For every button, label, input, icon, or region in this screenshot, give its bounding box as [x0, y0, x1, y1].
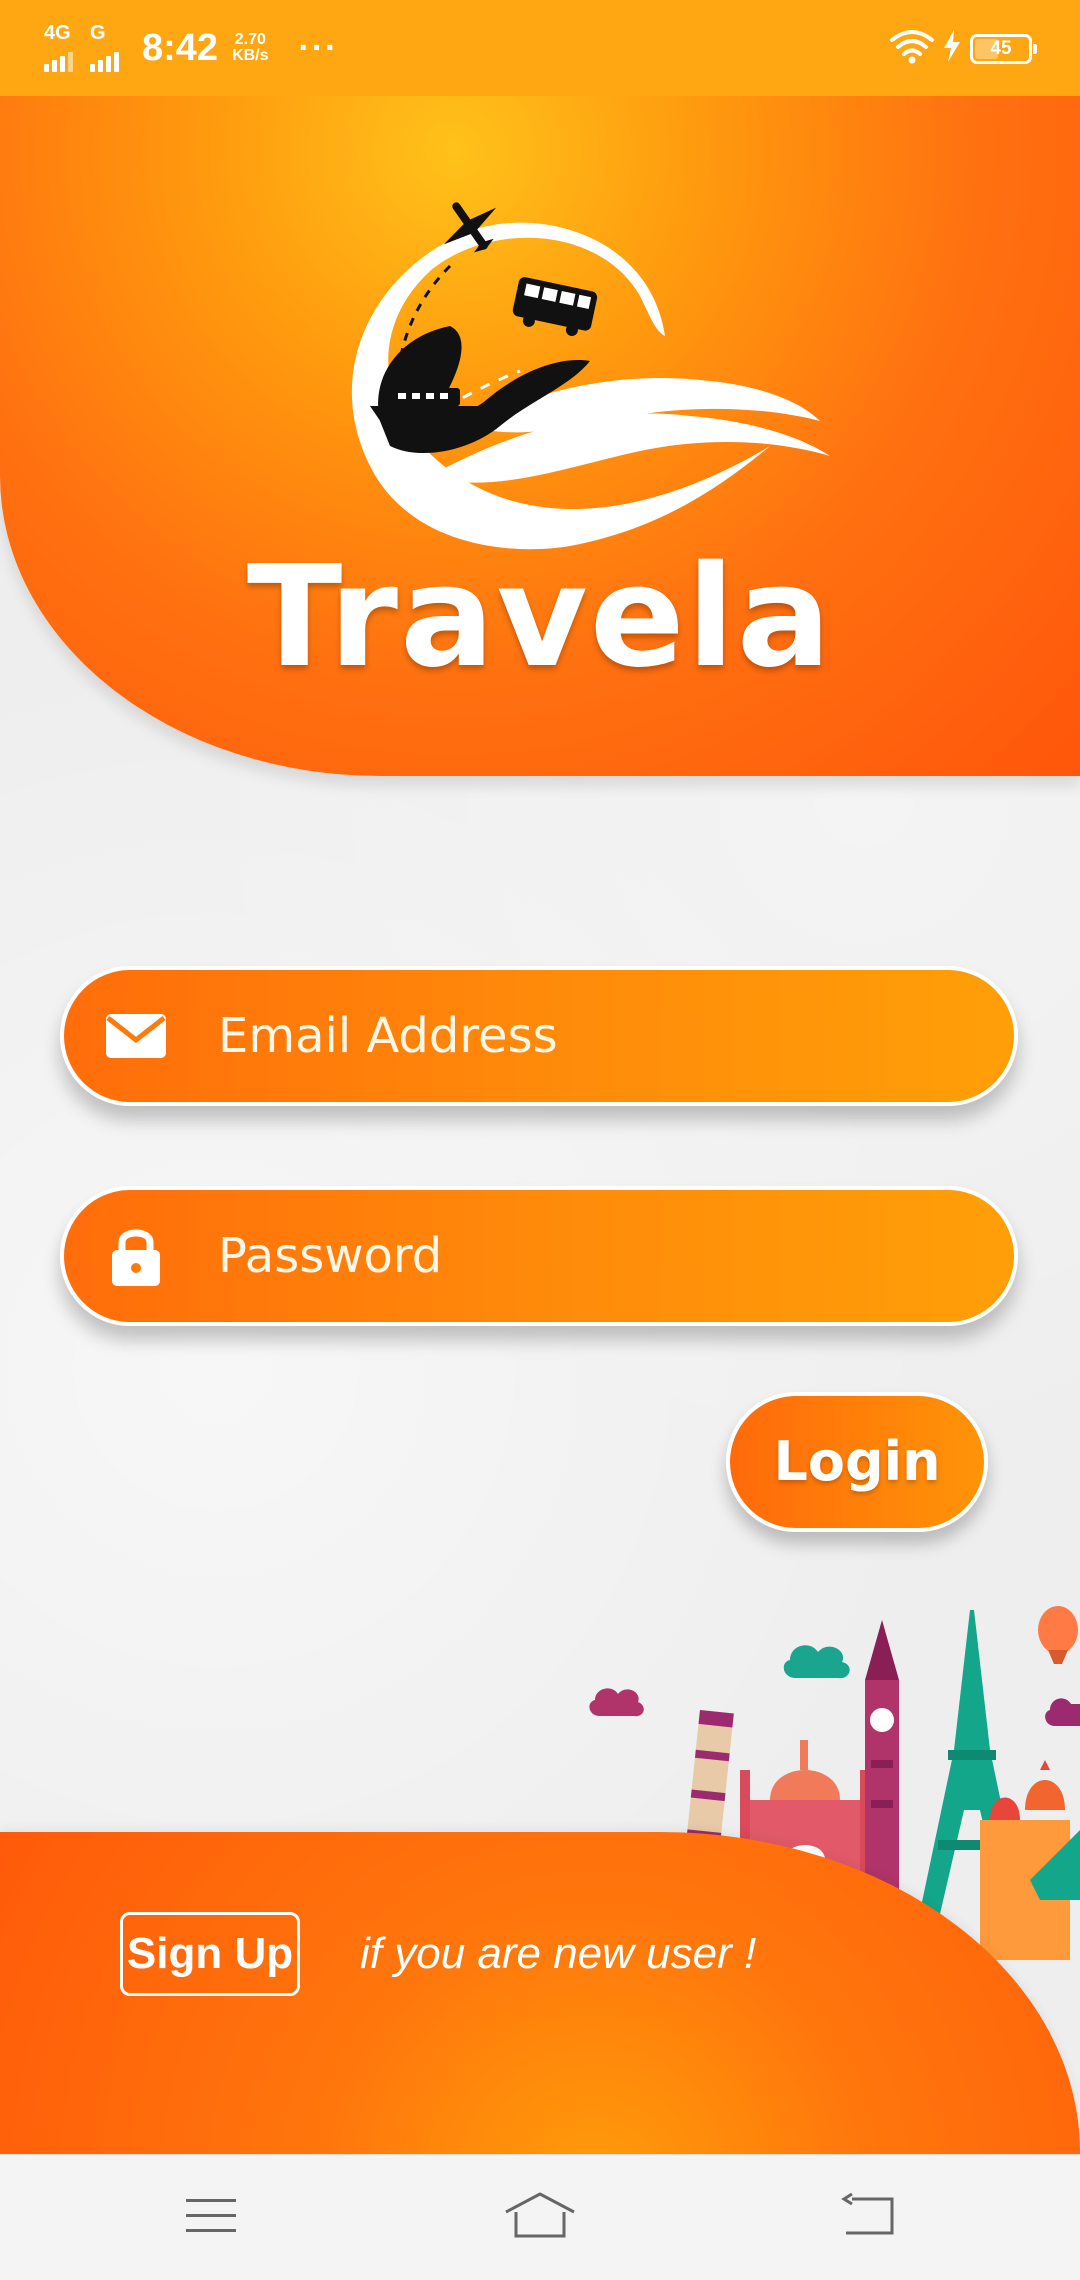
status-left: 4G G 8:42 2.70 KB/s ··· [44, 22, 339, 72]
signup-button[interactable]: Sign Up [120, 1912, 300, 1996]
network-speed: 2.70 KB/s [232, 32, 268, 64]
status-bar: 4G G 8:42 2.70 KB/s ··· 45 [0, 0, 1080, 96]
network-speed-unit: KB/s [232, 47, 269, 64]
status-time: 8:42 [142, 26, 219, 69]
home-icon [502, 2192, 578, 2245]
email-input[interactable] [216, 970, 974, 1102]
battery-icon: 45 [970, 33, 1037, 64]
login-button[interactable]: Login [726, 1392, 988, 1532]
signal-bars-icon [90, 42, 122, 72]
menu-button[interactable] [166, 2185, 256, 2251]
password-input[interactable] [216, 1190, 974, 1322]
charging-icon [942, 30, 962, 67]
brand-title: Travela [246, 536, 834, 699]
password-field[interactable] [60, 1186, 1018, 1326]
more-notifications-icon: ··· [298, 29, 339, 67]
network-type-1: 4G [44, 22, 71, 44]
signal-1: 4G [44, 22, 76, 72]
lock-icon [104, 1224, 168, 1288]
login-screen: 4G G 8:42 2.70 KB/s ··· 45 Travela Email… [0, 0, 1080, 2280]
envelope-icon [104, 1004, 168, 1068]
battery-nub [1033, 43, 1037, 54]
home-button[interactable] [495, 2185, 585, 2251]
wifi-icon [888, 28, 936, 69]
email-field[interactable] [60, 966, 1018, 1106]
signal-2: G [90, 22, 122, 72]
menu-icon [184, 2195, 238, 2242]
header-banner: Travela [0, 96, 1080, 776]
battery-percent: 45 [990, 37, 1012, 59]
back-button[interactable] [824, 2185, 914, 2251]
network-type-2: G [90, 22, 106, 44]
system-nav-bar [0, 2154, 1080, 2280]
signup-note: if you are new user ! [360, 1929, 757, 1978]
signal-bars-icon [44, 42, 76, 72]
status-right: 45 [888, 28, 1037, 69]
network-speed-value: 2.70 [234, 31, 266, 48]
back-icon [840, 2192, 898, 2244]
